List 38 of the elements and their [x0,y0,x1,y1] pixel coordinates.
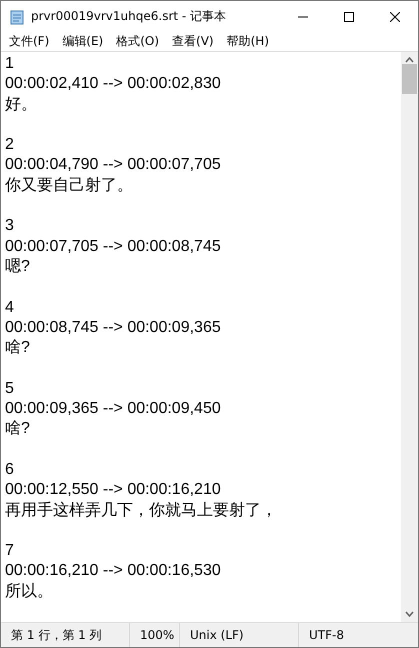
subtitle-index: 7 [5,541,15,562]
subtitle-index: 1 [5,54,15,74]
scrollbar[interactable] [401,52,418,622]
subtitle-text: 好。 [5,94,38,115]
maximize-icon [344,12,354,22]
menu-item[interactable]: 帮助(H) [222,33,274,50]
subtitle-text: 啥? [5,419,31,440]
subtitle-timestamp: 00:00:12,550 --> 00:00:16,210 [5,480,222,500]
close-icon [390,12,400,22]
menu-item[interactable]: 文件(F) [5,33,54,50]
subtitle-text: 你又要自己射了。 [5,176,134,196]
subtitle-index: 2 [5,135,15,156]
scroll-thumb[interactable] [402,64,417,94]
subtitle-index: 5 [5,378,15,399]
subtitle-timestamp: 00:00:04,790 --> 00:00:07,705 [5,155,222,176]
status-text: UTF-8 [298,623,418,647]
subtitle-text: 嗯? [5,256,31,277]
status-text: 100% [129,623,179,647]
subtitle-timestamp: 00:00:02,410 --> 00:00:02,830 [5,74,222,94]
status-text: 第 1 行，第 1 列 [10,626,103,644]
subtitle-text: 所以。 [5,582,54,602]
subtitle-timestamp: 00:00:09,365 --> 00:00:09,450 [5,399,222,420]
scroll-up-icon[interactable] [405,57,414,63]
menu-item[interactable]: 格式(O) [112,33,164,50]
window-title: prvr00019vrv1uhqe6.srt - 记事本 [31,8,228,25]
subtitle-timestamp: 00:00:07,705 --> 00:00:08,745 [5,236,222,257]
subtitle-timestamp: 00:00:16,210 --> 00:00:16,530 [5,561,222,582]
subtitle-text: 再用手这样弄几下，你就马上要射了， [5,500,278,521]
subtitle-index: 6 [5,460,15,480]
status-text: Unix (LF) [179,623,298,647]
subtitle-index: 4 [5,298,15,318]
scroll-down-icon[interactable] [405,611,414,617]
subtitle-timestamp: 00:00:08,745 --> 00:00:09,365 [5,318,222,338]
menu-item[interactable]: 编辑(E) [58,33,108,50]
subtitle-text: 啥? [5,338,31,358]
menu-item[interactable]: 查看(V) [168,33,219,50]
notepad-icon [9,8,25,24]
subtitle-index: 3 [5,216,15,236]
